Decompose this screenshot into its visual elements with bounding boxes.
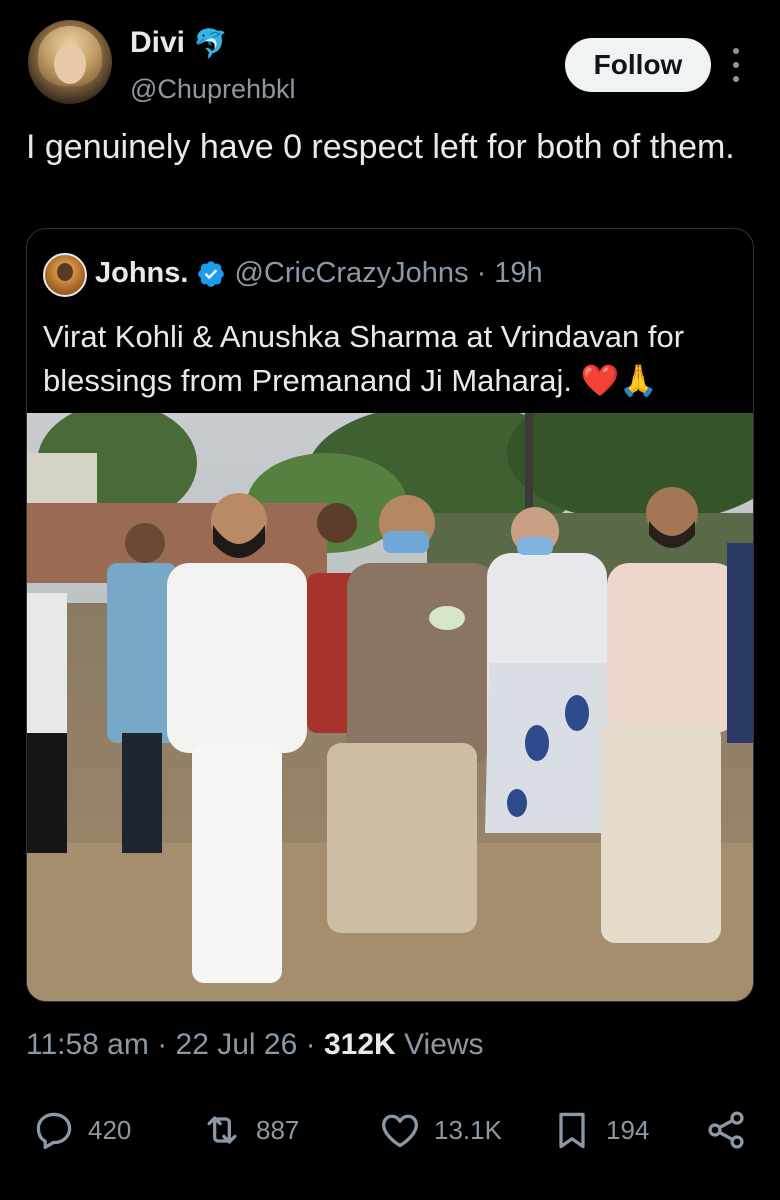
author-handle[interactable]: @Chuprehbkl — [130, 74, 296, 105]
reply-count: 420 — [88, 1114, 132, 1145]
bookmark-icon — [559, 1112, 585, 1149]
like-count: 13.1K — [434, 1114, 502, 1145]
views-count: 312K — [324, 1028, 396, 1061]
quoted-tweet-text: Virat Kohli & Anushka Sharma at Vrindava… — [43, 319, 685, 398]
reply-icon — [36, 1112, 72, 1150]
tweet-time[interactable]: 11:58 am — [26, 1028, 149, 1061]
action-bar: 420 887 13.1K 194 — [0, 1100, 780, 1160]
tweet-date[interactable]: 22 Jul 26 — [176, 1028, 298, 1061]
bookmark-count: 194 — [606, 1114, 650, 1145]
more-options-icon[interactable] — [728, 48, 744, 82]
like-button[interactable]: 13.1K — [378, 1100, 502, 1160]
photo-illustration — [27, 413, 753, 1001]
tweet-text: I genuinely have 0 respect left for both… — [26, 128, 735, 166]
quoted-tweet-photo[interactable] — [27, 413, 753, 1001]
tweet-meta: 11:58 am · 22 Jul 26 · 312K Views — [26, 1028, 484, 1061]
repost-icon — [207, 1116, 237, 1144]
author-avatar[interactable] — [28, 20, 112, 104]
heart-pray-emoji-icon: ❤️🙏 — [580, 363, 658, 398]
author-name[interactable]: Divi 🐬 — [130, 26, 228, 60]
quoted-author-avatar[interactable] — [43, 253, 87, 297]
quoted-tweet-time[interactable]: 19h — [494, 257, 542, 290]
repost-count: 887 — [256, 1114, 300, 1145]
share-button[interactable] — [704, 1100, 748, 1160]
bookmark-button[interactable]: 194 — [550, 1100, 649, 1160]
quoted-tweet-header: Johns. @CricCrazyJohns · 19h — [95, 257, 543, 290]
follow-button[interactable]: Follow — [565, 38, 711, 92]
quoted-author-name[interactable]: Johns. — [95, 257, 188, 290]
repost-button[interactable]: 887 — [200, 1100, 299, 1160]
quoted-tweet[interactable]: Johns. @CricCrazyJohns · 19h Virat Kohli… — [26, 228, 754, 1002]
dolphin-emoji-icon: 🐬 — [193, 27, 228, 59]
share-icon — [708, 1111, 744, 1149]
views-label: Views — [404, 1028, 484, 1061]
reply-button[interactable]: 420 — [32, 1100, 131, 1160]
verified-badge-icon — [198, 260, 225, 287]
quoted-author-handle[interactable]: @CricCrazyJohns — [234, 257, 468, 290]
heart-icon — [382, 1114, 418, 1148]
